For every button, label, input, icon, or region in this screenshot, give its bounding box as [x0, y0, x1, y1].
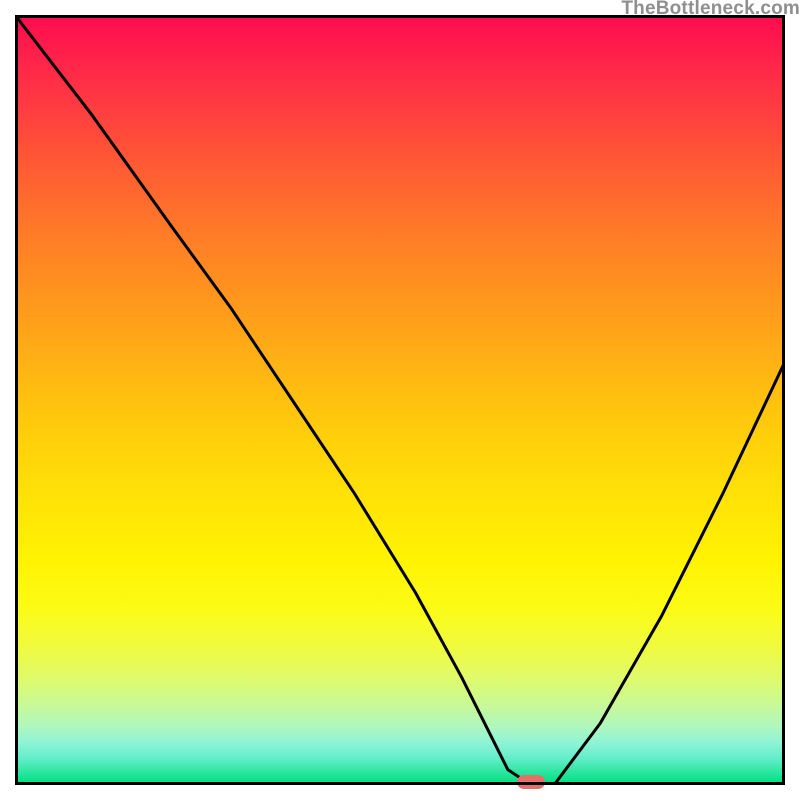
watermark-text: TheBottleneck.com: [621, 0, 800, 20]
chart-container: TheBottleneck.com: [0, 0, 800, 800]
plot-area: [15, 15, 785, 785]
optimal-point-marker: [517, 775, 545, 789]
heat-gradient-background: [15, 15, 785, 785]
